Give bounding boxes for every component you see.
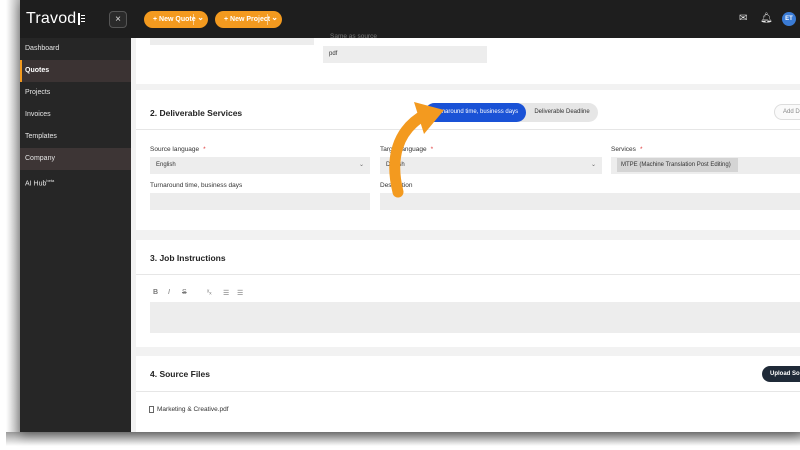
new-project-button[interactable]: + New Project ⌄: [215, 11, 282, 28]
avatar[interactable]: ET: [782, 12, 796, 26]
section-title-instructions: 3. Job Instructions: [150, 253, 226, 263]
ai-hub-label: AI Hub: [25, 180, 47, 188]
button-divider: [193, 14, 194, 25]
bullet-list-icon[interactable]: ☰: [223, 289, 229, 297]
annotation-arrow-icon: [389, 102, 444, 198]
source-language-label-text: Source language: [150, 146, 200, 153]
chevron-down-icon: ⌄: [358, 162, 364, 168]
sidebar-item-dashboard[interactable]: Dashboard: [20, 38, 131, 60]
bell-icon[interactable]: 🔔︎: [760, 13, 773, 24]
sidebar: Dashboard Quotes Projects Invoices Templ…: [20, 38, 131, 432]
services-label: Services *: [611, 146, 642, 153]
section-divider: [136, 274, 800, 275]
chevron-down-icon: ⌄: [590, 162, 596, 168]
turnaround-input[interactable]: [150, 193, 370, 210]
sidebar-item-ai-hub[interactable]: AI Hubbeta: [20, 170, 131, 192]
upload-source-button[interactable]: Upload Sou: [762, 366, 800, 382]
bold-icon[interactable]: B: [153, 289, 158, 296]
required-marker: *: [639, 146, 643, 153]
strikethrough-icon[interactable]: S: [182, 289, 187, 296]
source-language-select[interactable]: English ⌄: [150, 157, 370, 174]
app-logo[interactable]: Travod: [26, 10, 86, 28]
source-language-label: Source language *: [150, 146, 206, 153]
sidebar-item-invoices[interactable]: Invoices: [20, 104, 131, 126]
app-window: Travod × + New Quote ⌄ + New Project ⌄ ✉…: [20, 0, 800, 432]
same-as-source-label: Same as source: [330, 33, 377, 40]
window-shadow-left: [6, 0, 20, 440]
sidebar-item-projects[interactable]: Projects: [20, 82, 131, 104]
sidebar-close-button[interactable]: ×: [109, 11, 127, 28]
format-field[interactable]: pdf: [323, 46, 487, 63]
sidebar-item-templates[interactable]: Templates: [20, 126, 131, 148]
section-title-deliverables: 2. Deliverable Services: [150, 108, 243, 118]
beta-badge: beta: [46, 178, 55, 183]
numbered-list-icon[interactable]: ☰: [237, 289, 243, 297]
top-bar: Travod × + New Quote ⌄ + New Project ⌄ ✉…: [20, 0, 800, 38]
required-marker: *: [203, 146, 206, 153]
turnaround-label: Turnaround time, business days: [150, 182, 243, 189]
deadline-mode-toggle: Turnaround time, business days Deliverab…: [425, 103, 598, 122]
source-language-value: English: [156, 162, 176, 168]
logo-mark-icon: [78, 13, 86, 25]
source-files-card: [136, 356, 800, 432]
italic-icon[interactable]: I: [168, 289, 170, 296]
sidebar-item-quotes[interactable]: Quotes: [20, 60, 131, 82]
file-icon: [149, 406, 154, 413]
toggle-deadline[interactable]: Deliverable Deadline: [526, 103, 598, 122]
new-project-label: + New Project: [224, 16, 271, 23]
sidebar-item-company[interactable]: Company: [20, 148, 131, 170]
instructions-editor[interactable]: [150, 302, 800, 333]
add-deliverable-button[interactable]: Add De: [774, 104, 800, 120]
logo-text: Travod: [26, 10, 77, 27]
mail-icon[interactable]: ✉: [739, 13, 747, 24]
button-divider: [267, 14, 268, 25]
file-name: Marketing & Creative.pdf: [157, 406, 229, 413]
new-quote-button[interactable]: + New Quote ⌄: [144, 11, 208, 28]
partial-field[interactable]: [150, 38, 314, 45]
section-divider: [136, 391, 800, 392]
services-label-text: Services: [611, 146, 636, 153]
service-tag[interactable]: MTPE (Machine Translation Post Editing): [617, 158, 738, 172]
section-title-source-files: 4. Source Files: [150, 369, 210, 379]
window-shadow-bottom: [6, 432, 800, 446]
chevron-down-icon[interactable]: ⌄: [271, 13, 278, 22]
chevron-down-icon[interactable]: ⌄: [197, 13, 204, 22]
file-item[interactable]: Marketing & Creative.pdf: [149, 406, 229, 413]
section-divider: [136, 129, 800, 130]
clear-format-icon[interactable]: ˣₓ: [207, 289, 212, 296]
new-quote-label: + New Quote: [153, 16, 196, 23]
